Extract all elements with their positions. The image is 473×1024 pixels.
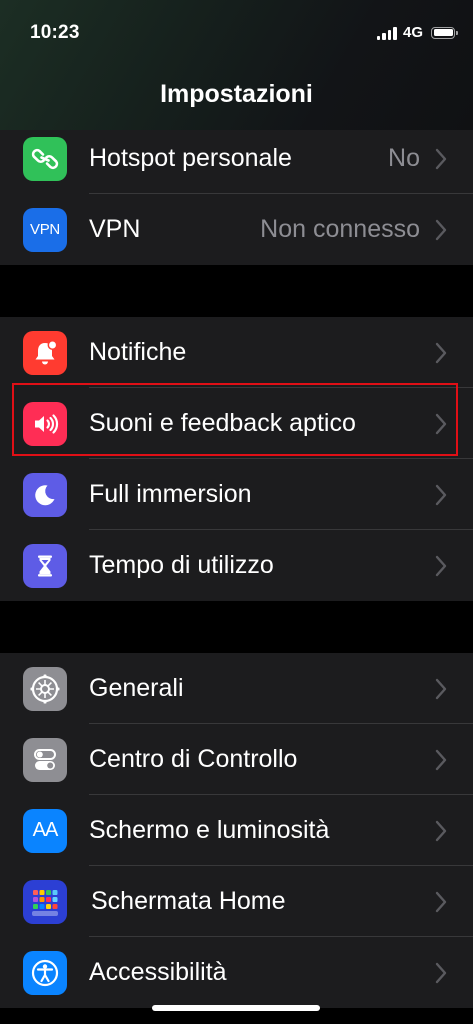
settings-row-screen-time[interactable]: Tempo di utilizzo <box>0 530 473 601</box>
settings-screen: 10:23 4G Impostazioni Hotspot personale … <box>0 0 473 1024</box>
chevron-right-icon <box>435 749 447 770</box>
cellular-signal-icon <box>376 26 397 40</box>
chevron-right-icon <box>435 555 447 576</box>
settings-row-label: Notifiche <box>89 338 187 366</box>
text-size-icon: AA <box>23 808 67 853</box>
section-spacer <box>0 601 473 653</box>
settings-row-label: Centro di Controllo <box>89 745 298 773</box>
settings-row-accessibility[interactable]: Accessibilità <box>0 937 473 1008</box>
chevron-right-icon <box>435 342 447 363</box>
hourglass-icon <box>23 543 67 588</box>
network-type: 4G <box>402 24 423 41</box>
settings-row-notifications[interactable]: Notifiche <box>0 317 473 388</box>
settings-row-label: Suoni e feedback aptico <box>89 409 356 437</box>
settings-group-notifications: Notifiche Suoni e feedback aptico Full i… <box>0 317 473 601</box>
toggles-icon <box>23 737 67 782</box>
vpn-icon: VPN <box>23 207 67 252</box>
settings-row-display-brightness[interactable]: AA Schermo e luminosità <box>0 795 473 866</box>
settings-row-focus[interactable]: Full immersion <box>0 459 473 530</box>
chevron-right-icon <box>435 891 447 912</box>
settings-row-value: Non connesso <box>260 215 420 243</box>
speaker-sound-icon <box>23 401 67 446</box>
settings-row-sounds-haptics[interactable]: Suoni e feedback aptico <box>0 388 473 459</box>
gear-icon <box>23 666 67 711</box>
settings-row-hotspot[interactable]: Hotspot personale No <box>0 123 473 194</box>
chevron-right-icon <box>435 678 447 699</box>
vpn-icon-text: VPN <box>30 221 60 238</box>
header: 10:23 4G Impostazioni <box>0 0 473 130</box>
settings-row-label: Schermata Home <box>91 887 286 915</box>
settings-row-value: No <box>388 144 420 172</box>
chevron-right-icon <box>435 962 447 983</box>
chevron-right-icon <box>435 820 447 841</box>
text-size-icon-text: AA <box>32 819 59 841</box>
chevron-right-icon <box>435 413 447 434</box>
battery-icon <box>431 26 458 39</box>
moon-icon <box>23 472 67 517</box>
status-indicators: 4G <box>376 24 458 41</box>
settings-row-vpn[interactable]: VPN VPN Non connesso <box>0 194 473 265</box>
settings-row-label: Accessibilità <box>89 958 227 986</box>
chevron-right-icon <box>435 148 447 169</box>
settings-row-home-screen[interactable]: Schermata Home <box>0 866 473 937</box>
settings-row-label: Tempo di utilizzo <box>89 551 274 579</box>
settings-row-label: Full immersion <box>89 480 252 508</box>
settings-row-control-center[interactable]: Centro di Controllo <box>0 724 473 795</box>
settings-row-label: Generali <box>89 674 184 702</box>
status-bar: 10:23 4G <box>0 0 473 66</box>
hotspot-link-icon <box>23 136 67 181</box>
status-time: 10:23 <box>30 22 80 43</box>
settings-row-label: VPN <box>89 215 141 243</box>
section-spacer <box>0 265 473 317</box>
settings-row-general[interactable]: Generali <box>0 653 473 724</box>
home-indicator[interactable] <box>152 1005 320 1011</box>
settings-list: Hotspot personale No VPN VPN Non conness… <box>0 123 473 1008</box>
settings-row-label: Schermo e luminosità <box>89 816 330 844</box>
chevron-right-icon <box>435 484 447 505</box>
page-title: Impostazioni <box>160 80 313 108</box>
notification-bell-icon <box>23 330 67 375</box>
home-grid-icon <box>23 879 67 924</box>
settings-row-label: Hotspot personale <box>89 144 292 172</box>
settings-group-connectivity: Hotspot personale No VPN VPN Non conness… <box>0 123 473 265</box>
chevron-right-icon <box>435 219 447 240</box>
settings-group-general: Generali Centro di Controllo AA Schermo … <box>0 653 473 1008</box>
accessibility-icon <box>23 950 67 995</box>
